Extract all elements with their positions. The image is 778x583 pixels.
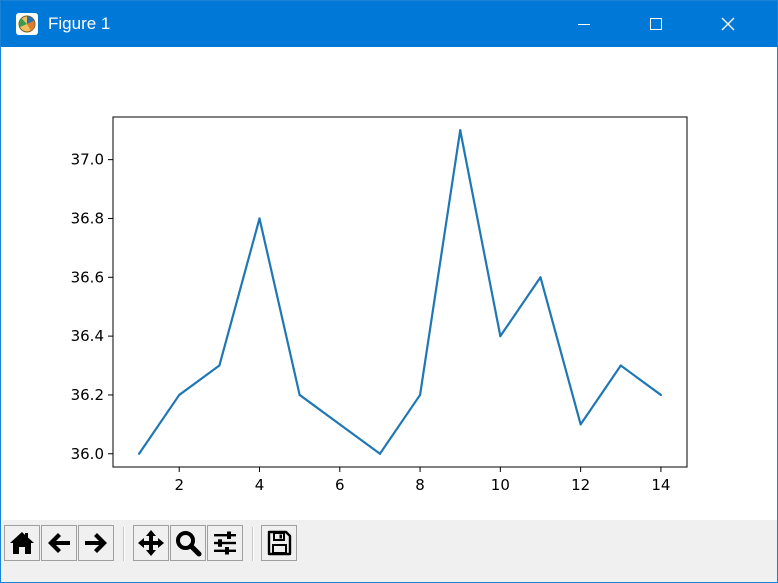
x-tick-label: 4 xyxy=(255,476,265,494)
arrow-left-icon xyxy=(48,533,70,553)
back-button[interactable] xyxy=(41,525,77,561)
data-point xyxy=(418,393,422,397)
figure-canvas[interactable]: 2 4 6 8 10 12 14 36.0 36.2 36.4 36.6 36.8 37.0 xyxy=(1,47,777,520)
line-chart: 2 4 6 8 10 12 14 36.0 36.2 36.4 36.6 36.8 37.0 xyxy=(71,116,688,494)
floppy-disk-icon xyxy=(267,530,292,556)
home-button[interactable] xyxy=(4,525,40,561)
x-tick-label: 10 xyxy=(491,476,510,494)
close-button[interactable] xyxy=(698,1,758,47)
minimize-icon xyxy=(578,24,590,25)
pan-button[interactable] xyxy=(133,525,169,561)
axes-frame xyxy=(112,116,688,468)
zoom-button[interactable] xyxy=(170,525,206,561)
magnifier-icon xyxy=(176,531,202,557)
data-point xyxy=(258,217,261,220)
y-tick-label: 36.0 xyxy=(71,445,104,463)
y-tick-label: 36.6 xyxy=(71,268,104,286)
y-tick-label: 36.4 xyxy=(71,327,104,345)
data-point xyxy=(579,423,582,426)
data-point xyxy=(539,276,542,279)
data-point xyxy=(338,423,341,426)
y-tick-label: 37.0 xyxy=(71,151,104,169)
matplotlib-figure-icon xyxy=(16,13,38,35)
close-icon xyxy=(721,17,735,31)
data-point xyxy=(218,364,221,367)
x-tick-label: 6 xyxy=(335,476,345,494)
configure-subplots-button[interactable] xyxy=(207,525,243,561)
navigation-toolbar xyxy=(1,520,777,582)
y-tick-label: 36.8 xyxy=(71,209,104,227)
x-tick-label: 14 xyxy=(651,476,670,494)
data-point xyxy=(499,335,502,338)
forward-button[interactable] xyxy=(78,525,114,561)
sliders-icon xyxy=(214,531,236,555)
x-tick-label: 12 xyxy=(571,476,590,494)
toolbar-separator xyxy=(252,527,254,561)
toolbar-separator xyxy=(123,527,125,561)
x-tick-label: 2 xyxy=(174,476,184,494)
window-title: Figure 1 xyxy=(48,14,111,33)
minimize-button[interactable] xyxy=(554,1,614,47)
data-point xyxy=(659,393,663,397)
data-point xyxy=(178,393,181,397)
arrow-right-icon xyxy=(85,533,107,553)
home-icon xyxy=(10,532,34,554)
move-icon xyxy=(138,530,164,556)
figure-window: Figure 1 2 4 6 8 10 12 14 36.0 36.2 36.4 36.6 36.8 3… xyxy=(0,0,778,583)
title-bar[interactable]: Figure 1 xyxy=(1,1,777,47)
data-point xyxy=(619,364,622,367)
maximize-button[interactable] xyxy=(626,1,686,47)
save-button[interactable] xyxy=(261,525,297,561)
y-tick-label: 36.2 xyxy=(71,386,104,404)
data-point xyxy=(298,393,301,397)
data-point xyxy=(137,452,141,455)
data-line xyxy=(138,129,662,455)
x-tick-label: 8 xyxy=(415,476,425,494)
maximize-icon xyxy=(650,18,662,30)
data-point xyxy=(459,129,462,132)
data-point xyxy=(378,452,382,455)
